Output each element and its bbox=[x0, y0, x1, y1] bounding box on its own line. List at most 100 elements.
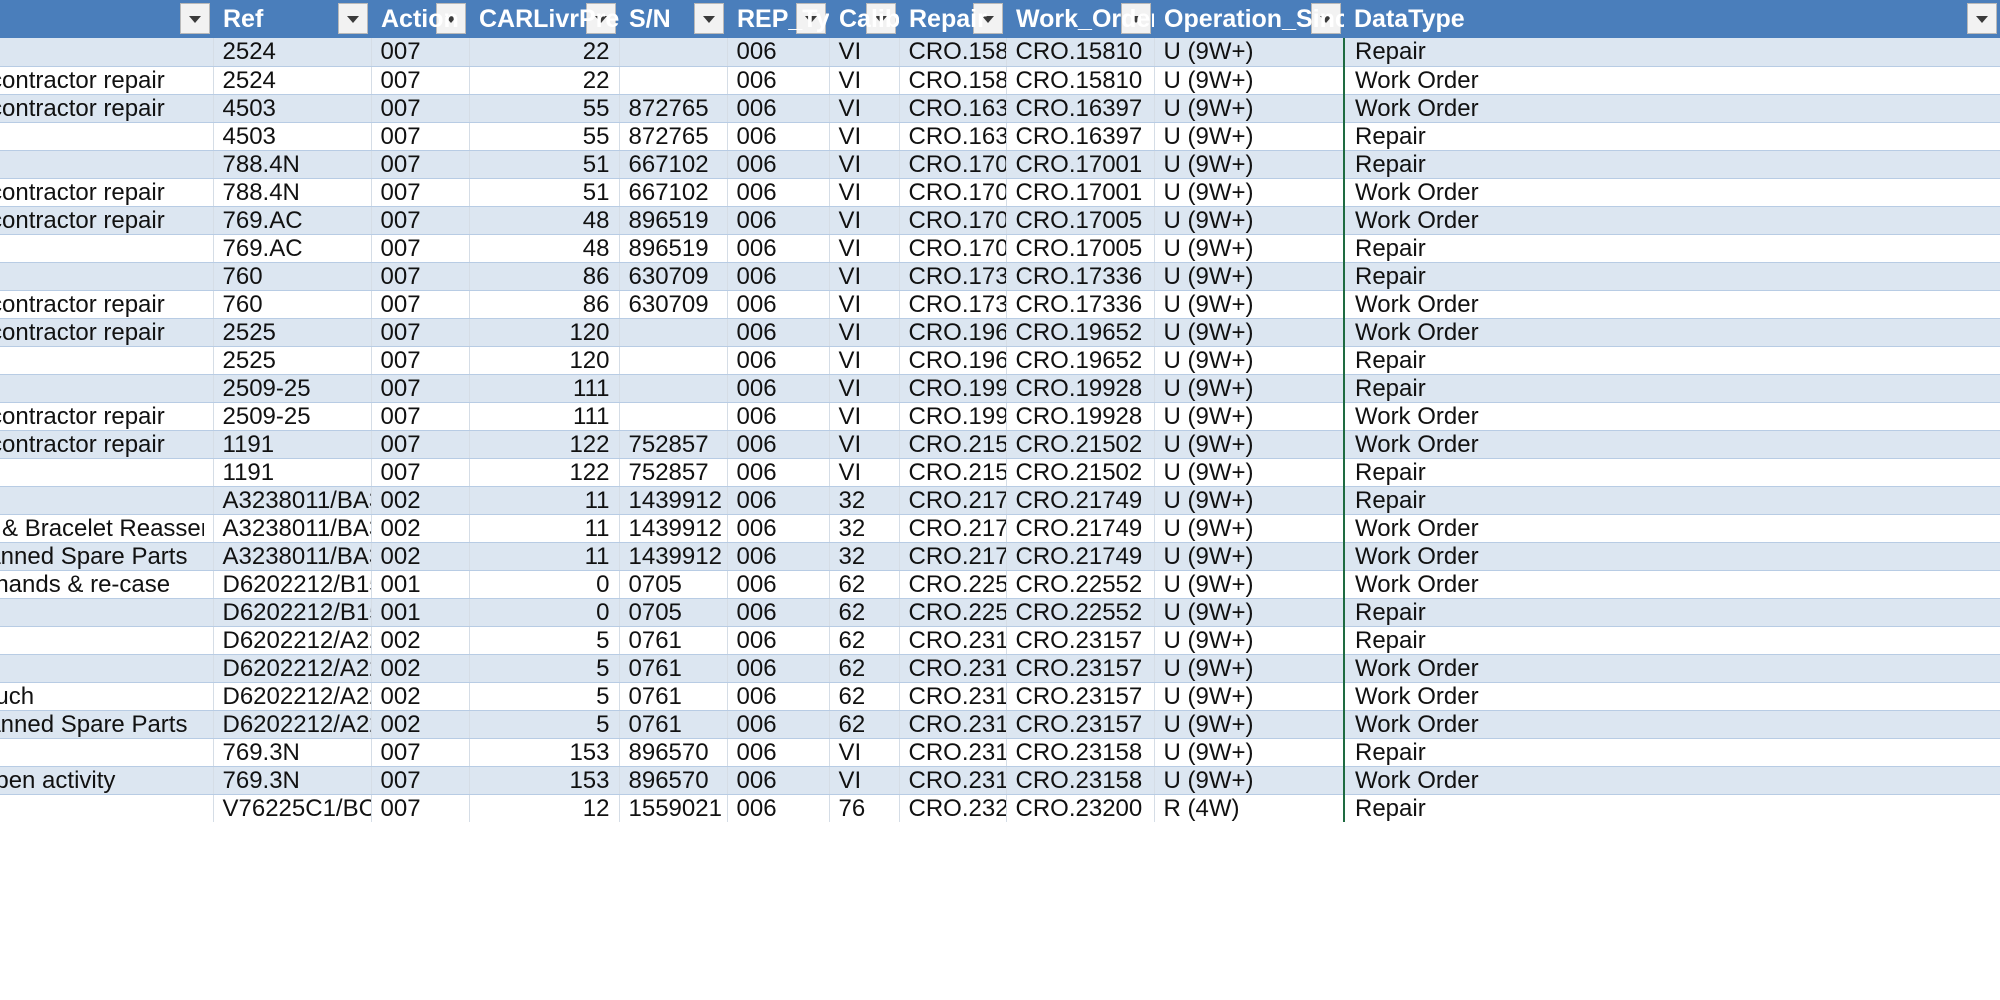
cell-ref[interactable]: 760 bbox=[213, 262, 371, 290]
cell-work_order[interactable]: CRO.16397 bbox=[1006, 122, 1154, 150]
cell-carlivrprev[interactable]: 51 bbox=[469, 150, 619, 178]
cell-operation_since[interactable]: U (9W+) bbox=[1154, 66, 1344, 94]
cell-action[interactable]: 001 bbox=[371, 598, 469, 626]
cell-work_order[interactable]: CRO.19652 bbox=[1006, 318, 1154, 346]
cell-repair[interactable]: CRO.23157 bbox=[899, 710, 1006, 738]
cell-datatype[interactable]: Work Order bbox=[1344, 710, 2000, 738]
table-row[interactable]: -contractor repair450300755872765006VICR… bbox=[0, 94, 2000, 122]
cell-rep_type[interactable]: 006 bbox=[727, 262, 829, 290]
cell-sn[interactable]: 896570 bbox=[619, 738, 727, 766]
cell-rep_type[interactable]: 006 bbox=[727, 430, 829, 458]
cell-work_order[interactable]: CRO.23158 bbox=[1006, 766, 1154, 794]
cell-action[interactable]: 007 bbox=[371, 150, 469, 178]
column-header-carlivrprev[interactable]: CARLivrPrev bbox=[469, 0, 619, 38]
cell-caliber[interactable]: VI bbox=[829, 234, 899, 262]
cell-operation_since[interactable]: U (9W+) bbox=[1154, 654, 1344, 682]
cell-action[interactable]: 002 bbox=[371, 626, 469, 654]
cell-datatype[interactable]: Repair bbox=[1344, 150, 2000, 178]
cell-datatype[interactable]: Work Order bbox=[1344, 206, 2000, 234]
table-row[interactable]: D6202212/A2210025076100662CRO.23157CRO.2… bbox=[0, 654, 2000, 682]
cell-caliber[interactable]: 76 bbox=[829, 794, 899, 822]
cell-datatype[interactable]: Repair bbox=[1344, 262, 2000, 290]
cell-ref[interactable]: V76225C1/BC46 bbox=[213, 794, 371, 822]
cell-carlivrprev[interactable]: 11 bbox=[469, 486, 619, 514]
cell-rep_type[interactable]: 006 bbox=[727, 66, 829, 94]
cell-desc[interactable]: ouch bbox=[0, 682, 213, 710]
cell-operation_since[interactable]: U (9W+) bbox=[1154, 626, 1344, 654]
cell-desc[interactable] bbox=[0, 486, 213, 514]
cell-datatype[interactable]: Repair bbox=[1344, 458, 2000, 486]
cell-work_order[interactable]: CRO.17336 bbox=[1006, 262, 1154, 290]
cell-ref[interactable]: A3238011/BA38 bbox=[213, 486, 371, 514]
cell-ref[interactable]: 788.4N bbox=[213, 150, 371, 178]
cell-datatype[interactable]: Work Order bbox=[1344, 654, 2000, 682]
cell-operation_since[interactable]: U (9W+) bbox=[1154, 374, 1344, 402]
cell-rep_type[interactable]: 006 bbox=[727, 514, 829, 542]
table-row[interactable]: 2509-25007111006VICRO.19928CRO.19928U (9… bbox=[0, 374, 2000, 402]
cell-operation_since[interactable]: R (4W) bbox=[1154, 794, 1344, 822]
table-row[interactable]: 769.3N007153896570006VICRO.23158CRO.2315… bbox=[0, 738, 2000, 766]
cell-rep_type[interactable]: 006 bbox=[727, 206, 829, 234]
cell-sn[interactable]: 630709 bbox=[619, 262, 727, 290]
table-row[interactable]: -contractor repair76000786630709006VICRO… bbox=[0, 290, 2000, 318]
cell-action[interactable]: 007 bbox=[371, 38, 469, 66]
cell-repair[interactable]: CRO.17336 bbox=[899, 290, 1006, 318]
cell-repair[interactable]: CRO.23200 bbox=[899, 794, 1006, 822]
cell-work_order[interactable]: CRO.23157 bbox=[1006, 654, 1154, 682]
table-row[interactable]: D6202212/A2210025076100662CRO.23157CRO.2… bbox=[0, 626, 2000, 654]
cell-operation_since[interactable]: U (9W+) bbox=[1154, 290, 1344, 318]
cell-operation_since[interactable]: U (9W+) bbox=[1154, 94, 1344, 122]
cell-work_order[interactable]: CRO.21749 bbox=[1006, 514, 1154, 542]
cell-carlivrprev[interactable]: 86 bbox=[469, 290, 619, 318]
cell-repair[interactable]: CRO.21749 bbox=[899, 486, 1006, 514]
cell-repair[interactable]: CRO.21502 bbox=[899, 458, 1006, 486]
cell-ref[interactable]: D6202212/A221 bbox=[213, 654, 371, 682]
cell-operation_since[interactable]: U (9W+) bbox=[1154, 458, 1344, 486]
cell-action[interactable]: 002 bbox=[371, 682, 469, 710]
cell-ref[interactable]: D6202212/B154 bbox=[213, 570, 371, 598]
cell-sn[interactable]: 1559021 bbox=[619, 794, 727, 822]
cell-work_order[interactable]: CRO.21749 bbox=[1006, 486, 1154, 514]
cell-sn[interactable]: 667102 bbox=[619, 150, 727, 178]
cell-action[interactable]: 007 bbox=[371, 766, 469, 794]
cell-repair[interactable]: CRO.16397 bbox=[899, 122, 1006, 150]
cell-operation_since[interactable]: U (9W+) bbox=[1154, 234, 1344, 262]
cell-sn[interactable] bbox=[619, 374, 727, 402]
cell-rep_type[interactable]: 006 bbox=[727, 318, 829, 346]
cell-desc[interactable]: -contractor repair bbox=[0, 402, 213, 430]
cell-caliber[interactable]: VI bbox=[829, 458, 899, 486]
cell-desc[interactable]: , hands & re-case bbox=[0, 570, 213, 598]
cell-ref[interactable]: 2509-25 bbox=[213, 402, 371, 430]
cell-rep_type[interactable]: 006 bbox=[727, 402, 829, 430]
cell-carlivrprev[interactable]: 22 bbox=[469, 66, 619, 94]
cell-caliber[interactable]: 62 bbox=[829, 710, 899, 738]
cell-datatype[interactable]: Work Order bbox=[1344, 542, 2000, 570]
cell-caliber[interactable]: VI bbox=[829, 290, 899, 318]
cell-carlivrprev[interactable]: 120 bbox=[469, 318, 619, 346]
cell-rep_type[interactable]: 006 bbox=[727, 570, 829, 598]
cell-datatype[interactable]: Work Order bbox=[1344, 318, 2000, 346]
cell-desc[interactable] bbox=[0, 458, 213, 486]
column-header-ref[interactable]: Ref bbox=[213, 0, 371, 38]
cell-desc[interactable] bbox=[0, 150, 213, 178]
cell-work_order[interactable]: CRO.19928 bbox=[1006, 374, 1154, 402]
cell-sn[interactable]: 0705 bbox=[619, 570, 727, 598]
column-header-desc[interactable] bbox=[0, 0, 213, 38]
cell-caliber[interactable]: VI bbox=[829, 402, 899, 430]
cell-desc[interactable]: -contractor repair bbox=[0, 66, 213, 94]
cell-desc[interactable]: -contractor repair bbox=[0, 430, 213, 458]
cell-carlivrprev[interactable]: 0 bbox=[469, 598, 619, 626]
cell-action[interactable]: 007 bbox=[371, 262, 469, 290]
cell-caliber[interactable]: 32 bbox=[829, 514, 899, 542]
cell-caliber[interactable]: 62 bbox=[829, 626, 899, 654]
cell-caliber[interactable]: VI bbox=[829, 206, 899, 234]
cell-operation_since[interactable]: U (9W+) bbox=[1154, 598, 1344, 626]
table-row[interactable]: e & Bracelet ReassemblyA3238011/BA380021… bbox=[0, 514, 2000, 542]
cell-repair[interactable]: CRO.23157 bbox=[899, 626, 1006, 654]
cell-desc[interactable] bbox=[0, 374, 213, 402]
cell-rep_type[interactable]: 006 bbox=[727, 374, 829, 402]
column-header-datatype[interactable]: DataType bbox=[1344, 0, 2000, 38]
cell-datatype[interactable]: Repair bbox=[1344, 486, 2000, 514]
cell-operation_since[interactable]: U (9W+) bbox=[1154, 38, 1344, 66]
cell-carlivrprev[interactable]: 86 bbox=[469, 262, 619, 290]
